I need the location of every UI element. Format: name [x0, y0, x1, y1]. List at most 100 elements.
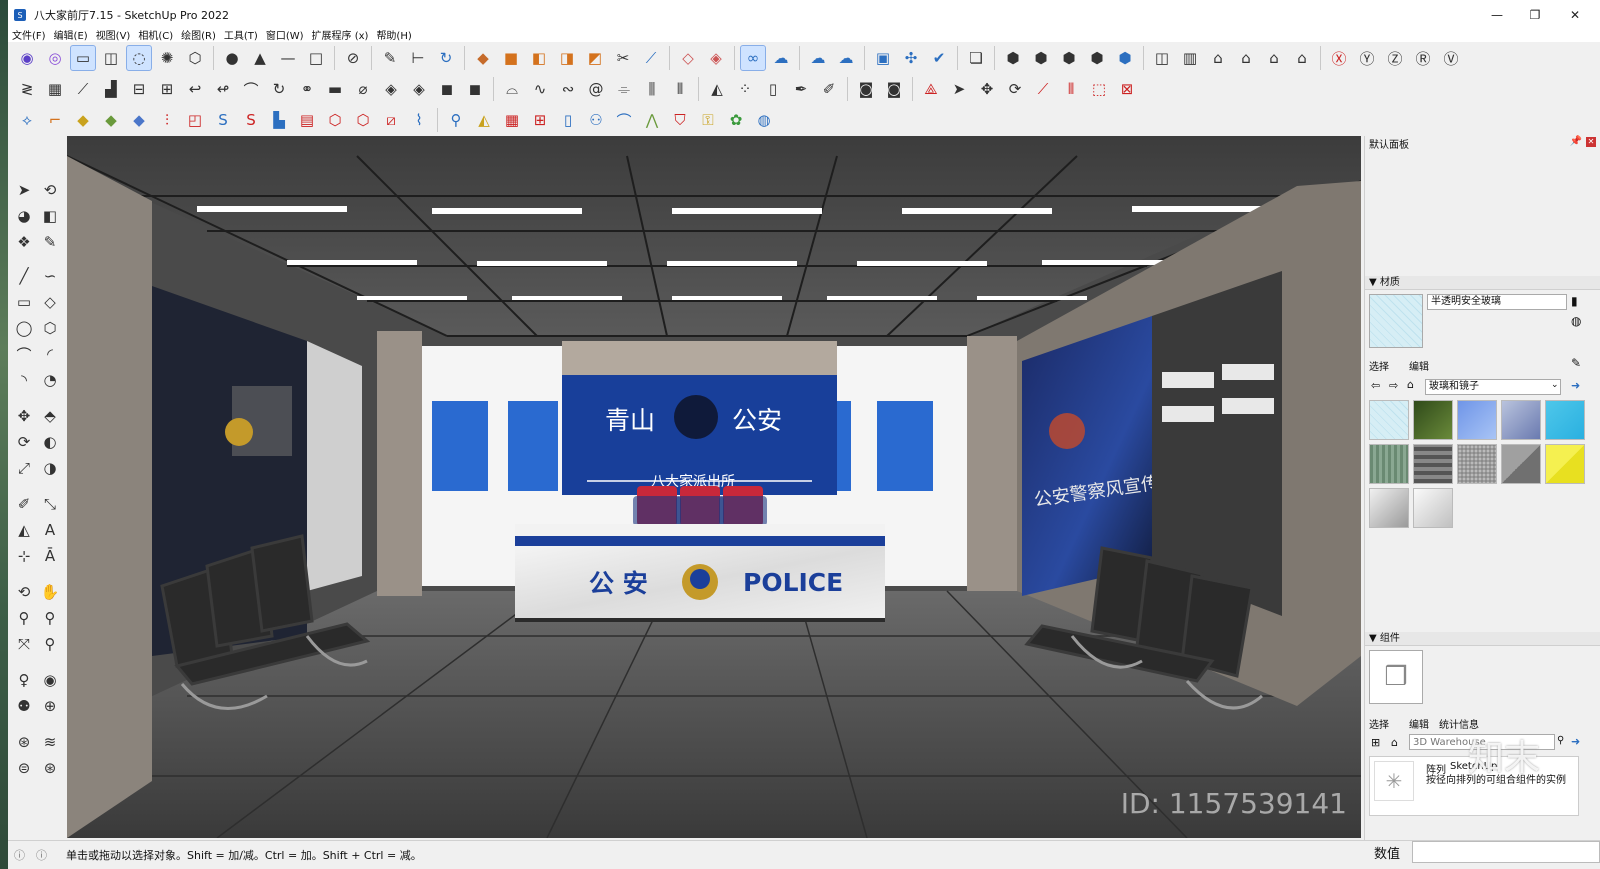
lock-icon[interactable]: ⚿ [695, 107, 721, 133]
rotate-tool-icon[interactable]: ⟳ [12, 430, 36, 454]
eraser-tool-icon[interactable]: ◧ [38, 204, 62, 228]
3d-text-icon[interactable]: Ā [38, 544, 62, 568]
weld-icon[interactable]: ↩ [182, 76, 208, 102]
dimension-icon[interactable]: ⊢ [405, 45, 431, 71]
xray-icon[interactable]: ◫ [1149, 45, 1175, 71]
line-icon[interactable]: — [275, 45, 301, 71]
push-pull-icon[interactable]: ⬘ [38, 404, 62, 428]
menu-draw[interactable]: 绘图(R) [181, 27, 216, 42]
material-name-field[interactable]: 半透明安全玻璃 [1427, 294, 1567, 310]
sandbox-icon[interactable]: ⊛ [12, 730, 36, 754]
folder-icon[interactable]: ◭ [471, 107, 497, 133]
zigzag-icon[interactable]: ⋀ [639, 107, 665, 133]
tray-icon[interactable]: ▤ [294, 107, 320, 133]
divide-icon[interactable]: ⦀ [1058, 76, 1084, 102]
slope-icon[interactable]: ⟋ [70, 76, 96, 102]
dimension-tool-icon[interactable]: ⤡ [38, 492, 62, 516]
axis-x-icon[interactable]: Ⓧ [1326, 45, 1352, 71]
3d-warehouse-icon[interactable]: ◉ [14, 45, 40, 71]
surface-icon[interactable]: ▬ [322, 76, 348, 102]
pan-tool-icon[interactable]: ✋ [38, 580, 62, 604]
wire-cube2-icon[interactable]: ⬡ [350, 107, 376, 133]
blue-cube-icon[interactable]: ◆ [126, 107, 152, 133]
position-camera-icon[interactable]: ♀ [12, 668, 36, 692]
extension-warehouse-icon[interactable]: ◎ [42, 45, 68, 71]
spiral-icon[interactable]: @ [583, 76, 609, 102]
material-new-icon[interactable]: ▮ [1571, 294, 1578, 308]
swatch-green-glass[interactable] [1413, 400, 1453, 440]
columns-icon[interactable]: ⫴ [667, 76, 693, 102]
geo-location-icon[interactable]: ⓘ [14, 847, 25, 863]
arch-icon[interactable]: ⌓ [499, 76, 525, 102]
gear-icon[interactable]: ✺ [154, 45, 180, 71]
bag-icon[interactable]: ◰ [182, 107, 208, 133]
slash-box-icon[interactable]: ⧄ [378, 107, 404, 133]
render-icon[interactable]: ◙ [853, 76, 879, 102]
arc-icon[interactable]: ⌒ [611, 107, 637, 133]
window-frame-icon[interactable]: ⊞ [527, 107, 553, 133]
box-icon[interactable]: ⬡ [182, 45, 208, 71]
offset-tool-icon[interactable]: ◑ [38, 456, 62, 480]
home-library-icon[interactable]: ⌂ [1407, 378, 1414, 391]
distribute-icon[interactable]: ⊞ [154, 76, 180, 102]
tree-icon[interactable]: ⚲ [443, 107, 469, 133]
leaf-icon[interactable]: ✿ [723, 107, 749, 133]
curve-icon[interactable]: ≷ [14, 76, 40, 102]
push-face-icon[interactable]: ◇ [675, 45, 701, 71]
freehand-icon[interactable]: ∽ [38, 264, 62, 288]
zoom-extents-icon[interactable]: ⤧ [12, 632, 36, 656]
scale-line-icon[interactable]: ⟋ [1030, 76, 1056, 102]
front-view-icon[interactable]: ⬢ [1056, 45, 1082, 71]
swatch-mirror-light[interactable] [1413, 488, 1453, 528]
info-icon[interactable]: ⓘ [36, 847, 47, 863]
axis-r-icon[interactable]: Ⓡ [1410, 45, 1436, 71]
sketch-icon[interactable]: ⟡ [14, 107, 40, 133]
orbit-icon[interactable]: ⟲ [38, 178, 62, 202]
components-header[interactable]: ▼ 组件 [1365, 632, 1600, 646]
menu-window[interactable]: 窗口(W) [266, 27, 304, 42]
component-title[interactable]: 阵列 [1426, 761, 1446, 776]
person-icon[interactable]: ⚇ [583, 107, 609, 133]
swatch-yellow-glass[interactable] [1545, 444, 1585, 484]
orbit-tool-icon[interactable]: ⟲ [12, 580, 36, 604]
swatch-gray-glass[interactable] [1501, 444, 1541, 484]
cross-box-icon[interactable]: ⊠ [1114, 76, 1140, 102]
s-curve-icon[interactable]: S [210, 107, 236, 133]
paint-bucket-icon[interactable]: ◕ [12, 204, 36, 228]
cloud-search-icon[interactable]: ☁ [768, 45, 794, 71]
sandbox2-icon[interactable]: ≋ [38, 730, 62, 754]
extrude-icon[interactable]: ↫ [210, 76, 236, 102]
component-icon[interactable]: ❖ [12, 230, 36, 254]
materials-tab-select[interactable]: 选择 [1369, 358, 1389, 373]
camera-photo-icon[interactable]: ◫ [98, 45, 124, 71]
terrain-icon[interactable]: ⊜ [12, 756, 36, 780]
protractor-icon[interactable]: ◭ [12, 518, 36, 542]
components-tab-select[interactable]: 选择 [1369, 716, 1389, 731]
rectangle-icon[interactable]: □ [303, 45, 329, 71]
zoom-window-icon[interactable]: ⚲ [38, 606, 62, 630]
materials-tab-edit[interactable]: 编辑 [1409, 358, 1429, 373]
material-paint-icon[interactable]: ◍ [1571, 314, 1581, 328]
scissors-icon[interactable]: ✂ [610, 45, 636, 71]
arc-tool-icon[interactable]: ⌒ [12, 342, 36, 366]
stairs-icon[interactable]: ▟ [98, 76, 124, 102]
axis-y-icon[interactable]: Ⓨ [1354, 45, 1380, 71]
previous-view-icon[interactable]: ⚲ [38, 632, 62, 656]
solid-trim-icon[interactable]: ◩ [582, 45, 608, 71]
rotated-rect-icon[interactable]: ◇ [38, 290, 62, 314]
mirror-icon[interactable]: ◭ [704, 76, 730, 102]
cube-icon[interactable]: ◼ [434, 76, 460, 102]
menu-help[interactable]: 帮助(H) [376, 27, 411, 42]
back-icon[interactable]: ⇦ [1371, 379, 1380, 392]
feather-icon[interactable]: ⌇ [406, 107, 432, 133]
ladder-icon[interactable]: ⫶ [154, 107, 180, 133]
text-tool-icon[interactable]: A [38, 518, 62, 542]
eyedropper-icon[interactable]: ✎ [1571, 356, 1581, 370]
arrow-select-icon[interactable]: ➤ [946, 76, 972, 102]
dots-icon[interactable]: ⁘ [732, 76, 758, 102]
look-around-icon[interactable]: ◉ [38, 668, 62, 692]
gold-cube-icon[interactable]: ◆ [70, 107, 96, 133]
swatch-cyan-glass[interactable] [1545, 400, 1585, 440]
validate-icon[interactable]: ✔ [926, 45, 952, 71]
loft-icon[interactable]: ⌒ [238, 76, 264, 102]
